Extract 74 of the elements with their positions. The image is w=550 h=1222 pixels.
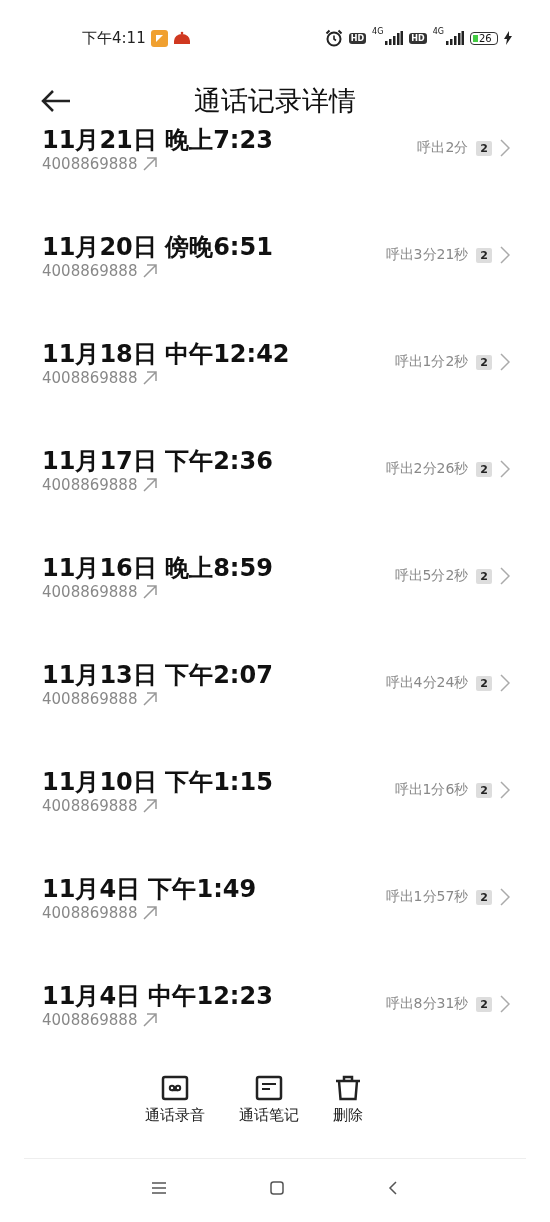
chevron-right-icon[interactable] [500,460,510,478]
sim-badge: 2 [476,247,492,263]
phone-number: 4008869888 [42,1011,138,1029]
battery-indicator: 26 [470,31,498,45]
phone-number: 4008869888 [42,690,138,708]
phone-number: 4008869888 [42,262,138,280]
sim-badge: 2 [476,568,492,584]
chevron-right-icon[interactable] [500,139,510,157]
phone-number: 4008869888 [42,904,138,922]
phone-number: 4008869888 [42,369,138,387]
hd-badge: HD [409,32,427,44]
phone-number: 4008869888 [42,155,138,173]
chevron-right-icon[interactable] [500,781,510,799]
call-duration: 呼出1分57秒 [385,888,469,906]
outgoing-arrow-icon [143,799,158,813]
trash-icon [334,1074,362,1102]
action-button[interactable]: 通话笔记 [239,1074,299,1158]
call-duration: 呼出8分31秒 [385,995,469,1013]
call-datetime: 11月10日 下午1:15 [42,767,274,797]
call-duration: 呼出5分2秒 [394,567,469,585]
network-type: 4G [372,27,384,36]
chevron-right-icon[interactable] [500,995,510,1013]
call-duration: 呼出3分21秒 [385,246,469,264]
chevron-right-icon[interactable] [500,674,510,692]
note-icon [255,1074,283,1102]
sim-badge: 2 [476,461,492,477]
network-type: 4G [432,27,444,36]
phone-number: 4008869888 [42,797,138,815]
outgoing-arrow-icon [143,906,158,920]
call-datetime: 11月13日 下午2:07 [42,660,274,690]
phone-number: 4008869888 [42,583,138,601]
chevron-right-icon[interactable] [500,246,510,264]
signal-icon [385,31,404,45]
call-datetime: 11月20日 傍晚6:51 [42,232,274,262]
call-datetime: 11月4日 中午12:23 [42,981,274,1011]
outgoing-arrow-icon [143,264,158,278]
status-time: 下午4:11 [82,28,146,48]
outgoing-arrow-icon [143,478,158,492]
sim-badge: 2 [476,782,492,798]
action-button[interactable]: 删除 [333,1074,363,1158]
chevron-right-icon[interactable] [500,888,510,906]
sim-badge: 2 [476,889,492,905]
sim-badge: 2 [476,354,492,370]
sim-badge: 2 [476,140,492,156]
call-datetime: 11月4日 下午1:49 [42,874,258,904]
call-duration: 呼出1分6秒 [394,781,469,799]
hd-badge: HD [348,32,367,44]
call-datetime: 11月18日 中午12:42 [42,339,291,369]
voicemail-icon [161,1074,189,1102]
app-notification-icon [150,29,168,47]
outgoing-arrow-icon [143,157,158,171]
action-button[interactable]: 通话录音 [145,1074,205,1158]
menu-icon[interactable] [152,1181,166,1197]
call-duration: 呼出4分24秒 [385,674,469,692]
call-datetime: 11月16日 晚上8:59 [42,553,274,583]
alarm-icon [324,29,343,47]
signal-icon [446,31,464,45]
call-duration: 呼出2分26秒 [385,460,469,478]
app-notification-icon [172,31,191,45]
call-duration: 呼出1分2秒 [394,353,469,371]
outgoing-arrow-icon [143,692,158,706]
call-datetime: 11月17日 下午2:36 [42,446,274,476]
outgoing-arrow-icon [143,585,158,599]
sim-badge: 2 [476,675,492,691]
sim-badge: 2 [476,996,492,1012]
page-title: 通话记录详情 [194,84,356,118]
call-duration: 呼出2分 [417,139,469,157]
outgoing-arrow-icon [143,1013,158,1027]
outgoing-arrow-icon [143,371,158,385]
home-icon[interactable] [270,1180,284,1198]
phone-number: 4008869888 [42,476,138,494]
chevron-right-icon[interactable] [500,567,510,585]
chevron-right-icon[interactable] [500,353,510,371]
call-datetime: 11月21日 晚上7:23 [42,126,274,155]
